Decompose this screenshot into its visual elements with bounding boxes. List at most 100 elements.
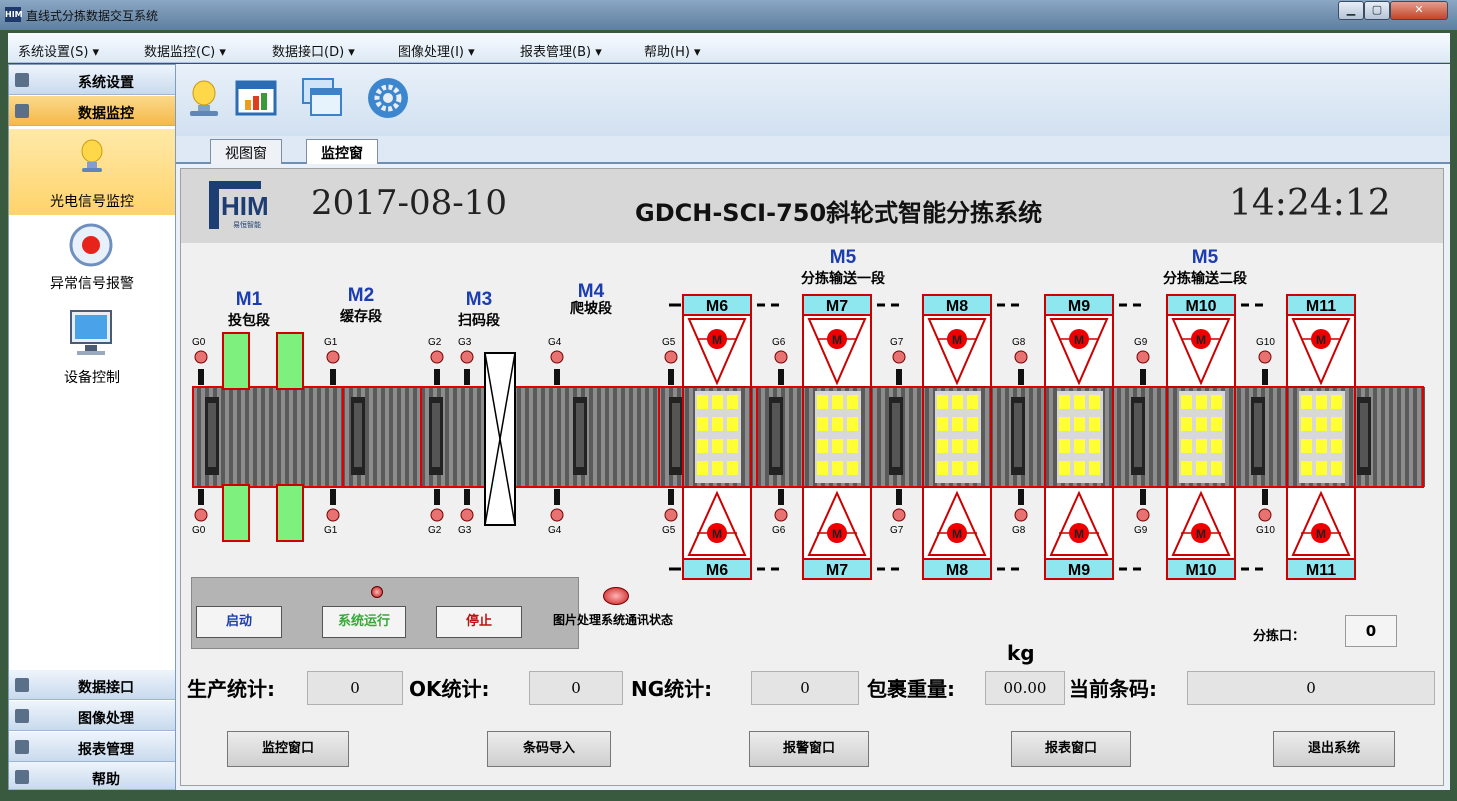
- sorter-cell: [1074, 417, 1085, 431]
- maximize-button[interactable]: ▢: [1364, 1, 1390, 20]
- sensor-led-top: [430, 350, 444, 364]
- motor-label: M: [952, 527, 962, 541]
- drive-motor-body: [892, 403, 900, 467]
- menu-data-interface[interactable]: 数据接口(D) ▾: [272, 41, 355, 60]
- sensor-post-top: [198, 369, 204, 385]
- sensor-post-top: [554, 369, 560, 385]
- sensor-led-bottom: [460, 508, 474, 522]
- windows-icon[interactable]: [300, 76, 344, 120]
- minimize-button[interactable]: ▁: [1338, 1, 1364, 20]
- sensor-post-top: [1262, 369, 1268, 385]
- window-title: 直线式分拣数据交互系统: [26, 9, 159, 23]
- sensor-post-bottom: [778, 489, 784, 505]
- report-window-button[interactable]: 报表窗口: [1011, 731, 1131, 767]
- segment-name: 爬坡段: [570, 300, 612, 317]
- sensor-post-bottom: [554, 489, 560, 505]
- sensor-label-top: G6: [772, 337, 786, 348]
- menu-data-monitor[interactable]: 数据监控(C) ▾: [144, 41, 226, 60]
- menu-report-management[interactable]: 报表管理(B) ▾: [520, 41, 602, 60]
- sensor-label-bottom: G10: [1256, 525, 1275, 536]
- sorter-cell: [952, 439, 963, 453]
- sidebar-item-abnormal-alarm[interactable]: 异常信号报警: [9, 221, 175, 305]
- sidebar-category-report-management[interactable]: 报表管理: [9, 732, 175, 762]
- sensor-led-bottom: [550, 508, 564, 522]
- tab-view-window[interactable]: 视图窗: [210, 139, 282, 164]
- menu-help[interactable]: 帮助(H) ▾: [644, 41, 701, 60]
- sensor-led-top: [460, 350, 474, 364]
- sensor-post-bottom: [198, 489, 204, 505]
- start-button[interactable]: 启动: [196, 606, 282, 638]
- belt-roller: [445, 387, 449, 487]
- sidebar-item-device-control[interactable]: 设备控制: [9, 307, 175, 387]
- motor-label: M: [1074, 333, 1084, 347]
- sensor-post-bottom: [896, 489, 902, 505]
- sidebar-category-image-processing[interactable]: 图像处理: [9, 701, 175, 731]
- parcel-weight-label: 包裹重量:: [867, 677, 955, 701]
- sidebar: 系统设置 数据监控 光电信号监控 异常信号报警 设备控制 数据接口 图像处理 报…: [8, 64, 176, 790]
- system-running-button[interactable]: 系统运行: [322, 606, 406, 638]
- infeed-belt-bottom: [222, 484, 250, 542]
- drive-motor-body: [576, 403, 584, 467]
- sidebar-category-data-monitor[interactable]: 数据监控: [9, 96, 175, 126]
- sorter-cell: [1059, 439, 1070, 453]
- sensor-label-top: G1: [324, 337, 338, 348]
- belt-roller: [453, 387, 457, 487]
- current-barcode-label: 当前条码:: [1069, 677, 1157, 701]
- sensor-post-bottom: [668, 489, 674, 505]
- motor-label: M: [832, 333, 842, 347]
- settings-gear-icon[interactable]: [366, 76, 410, 120]
- sorter-cell: [727, 461, 738, 475]
- sorter-cell: [1089, 395, 1100, 409]
- sidebar-category-data-interface[interactable]: 数据接口: [9, 670, 175, 700]
- belt-roller: [645, 387, 649, 487]
- belt-roller: [197, 387, 201, 487]
- current-time: 14:24:12: [1229, 183, 1391, 224]
- motor-label: M: [1074, 527, 1084, 541]
- motor-label: M: [712, 333, 722, 347]
- belt-roller: [221, 387, 225, 487]
- menu-system-settings[interactable]: 系统设置(S) ▾: [18, 41, 99, 60]
- drive-motor-body: [208, 403, 216, 467]
- belt-roller: [405, 387, 409, 487]
- belt-roller: [549, 387, 553, 487]
- infeed-belt-top: [222, 332, 250, 390]
- sorter-cell: [847, 461, 858, 475]
- menu-image-processing[interactable]: 图像处理(I) ▾: [398, 41, 475, 60]
- monitor-panel: HIM 易恒智能 2017-08-10 GDCH-SCI-750斜轮式智能分拣系…: [180, 168, 1444, 786]
- belt-roller: [861, 387, 865, 487]
- motor-frame-top: [922, 314, 992, 388]
- segment-code: M2: [348, 285, 374, 306]
- segment-code: M4: [578, 281, 605, 302]
- tab-monitor-window[interactable]: 监控窗: [306, 139, 378, 164]
- sensor-post-top: [1140, 369, 1146, 385]
- segment-name: 缓存段: [340, 308, 382, 325]
- sidebar-item-label: 设备控制: [64, 370, 120, 386]
- belt-roller: [1053, 387, 1057, 487]
- stop-button[interactable]: 停止: [436, 606, 522, 638]
- belt-roller: [1349, 387, 1353, 487]
- sort-group-name: 分拣输送二段: [1163, 270, 1247, 287]
- sorter-cell: [952, 461, 963, 475]
- parcel-weight-field: 00.00: [985, 671, 1065, 705]
- sensor-post-bottom: [330, 489, 336, 505]
- sorter-cell: [1316, 461, 1327, 475]
- sorter-cell: [1331, 439, 1342, 453]
- monitor-window-button[interactable]: 监控窗口: [227, 731, 349, 767]
- belt-roller: [909, 387, 913, 487]
- exit-system-button[interactable]: 退出系统: [1273, 731, 1395, 767]
- sensor-label-top: G2: [428, 337, 442, 348]
- sensor-post-top: [330, 369, 336, 385]
- close-button[interactable]: ✕: [1390, 1, 1448, 20]
- sensor-led-bottom: [892, 508, 906, 522]
- belt-roller: [661, 387, 665, 487]
- alarm-window-button[interactable]: 报警窗口: [749, 731, 869, 767]
- sidebar-category-system-settings[interactable]: 系统设置: [9, 65, 175, 95]
- sorter-cell: [937, 461, 948, 475]
- sidebar-category-help[interactable]: 帮助: [9, 762, 175, 790]
- chart-window-icon[interactable]: [234, 76, 278, 120]
- sidebar-item-photoelectric-monitor[interactable]: 光电信号监控: [9, 129, 175, 215]
- lightbulb-icon[interactable]: [182, 76, 226, 120]
- sorter-cell: [1059, 395, 1070, 409]
- motor-frame-top: [682, 314, 752, 388]
- barcode-import-button[interactable]: 条码导入: [487, 731, 611, 767]
